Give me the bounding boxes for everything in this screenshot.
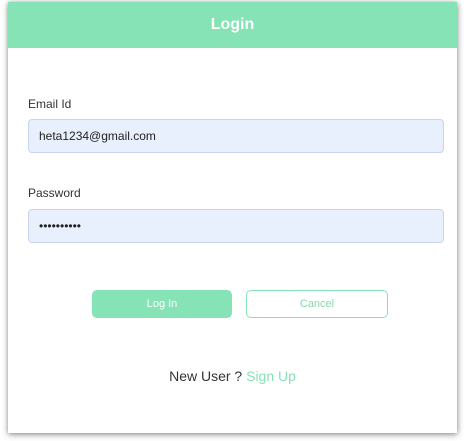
signup-link[interactable]: Sign Up [246, 368, 296, 384]
dialog-header: Login [8, 2, 457, 48]
email-label: Email Id [28, 97, 72, 111]
password-label: Password [28, 186, 81, 200]
signup-row: New User ? Sign Up [8, 368, 457, 384]
login-dialog: Login Email Id Password Log In Cancel Ne… [8, 2, 457, 433]
password-input[interactable] [28, 209, 444, 243]
signup-prompt: New User ? [169, 368, 247, 384]
dialog-title: Login [210, 16, 255, 33]
email-input[interactable] [28, 119, 444, 153]
login-button[interactable]: Log In [92, 290, 232, 318]
cancel-button[interactable]: Cancel [246, 290, 388, 318]
